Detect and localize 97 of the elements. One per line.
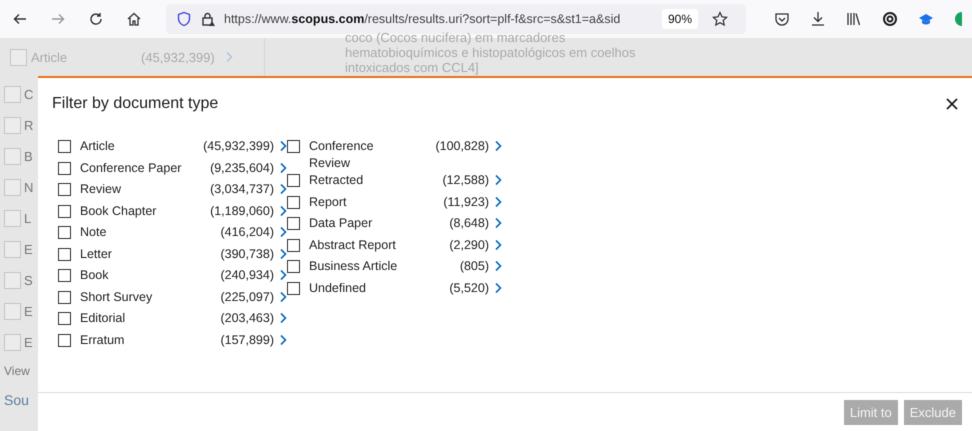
document-count: (12,588) xyxy=(441,172,489,189)
chevron-icon[interactable] xyxy=(494,238,502,250)
document-count: (805) xyxy=(458,258,489,275)
filter-count: (45,932,399) xyxy=(141,50,215,64)
chevron-icon[interactable] xyxy=(494,174,502,186)
document-count: (5,520) xyxy=(448,280,489,296)
document-count: (3,034,737) xyxy=(210,181,274,198)
chevron-icon[interactable] xyxy=(494,260,502,272)
document-count: (416,204) xyxy=(220,224,274,241)
document-count: (390,738) xyxy=(220,246,274,262)
document-count: (240,934) xyxy=(220,267,274,284)
record-title-line: intoxicados com CCL4] xyxy=(345,60,480,75)
chevron-icon[interactable] xyxy=(494,217,502,229)
checkbox[interactable] xyxy=(287,238,300,252)
checkbox[interactable] xyxy=(287,196,300,208)
filter-label: L xyxy=(24,210,32,226)
document-count: (11,923) xyxy=(442,194,489,210)
checkbox[interactable] xyxy=(58,269,71,282)
checkbox[interactable] xyxy=(287,260,300,273)
checkbox[interactable] xyxy=(287,217,300,230)
document-count: (203,463) xyxy=(220,310,274,327)
chevron-icon[interactable] xyxy=(279,183,287,195)
address-bar[interactable]: https://www.scopus.com/results/results.uri?sort=plf-f&src=s&st1=a&sid 90% xyxy=(166,4,746,34)
document-count: (1,189,060) xyxy=(210,202,274,220)
document-type-label: Data Paper xyxy=(309,215,374,232)
document-count: (9,235,604) xyxy=(210,160,274,176)
document-type-label: Letter xyxy=(80,246,113,262)
document-type-label: Editorial xyxy=(80,310,126,327)
chevron-icon[interactable] xyxy=(494,282,502,294)
checkbox[interactable] xyxy=(287,140,300,153)
star-icon[interactable] xyxy=(712,11,728,27)
chevron-icon[interactable] xyxy=(279,312,287,324)
chevron-icon[interactable] xyxy=(279,269,287,281)
chevron-icon[interactable] xyxy=(279,204,287,216)
document-type-label: Note xyxy=(80,224,108,241)
document-count: (157,899) xyxy=(220,332,274,348)
filter-label: E xyxy=(24,334,33,350)
link[interactable]: Sou xyxy=(4,392,38,408)
document-type-label: Business Article xyxy=(309,258,398,275)
pocket-icon[interactable] xyxy=(774,11,790,27)
link[interactable]: View xyxy=(4,364,38,378)
document-type-label: Short Survey xyxy=(80,288,154,306)
chevron-icon[interactable] xyxy=(279,290,287,302)
checkbox[interactable] xyxy=(58,248,71,260)
document-type-label: Conference Paper xyxy=(80,160,182,176)
dialog-title: Filter by document type xyxy=(52,95,218,113)
chevron-icon[interactable] xyxy=(494,140,502,152)
document-count: (2,290) xyxy=(448,236,489,254)
filter-label: E xyxy=(24,242,33,258)
shield-icon[interactable] xyxy=(176,11,192,27)
checkbox[interactable] xyxy=(58,312,71,325)
document-count: (45,932,399) xyxy=(203,138,274,155)
document-count: (225,097) xyxy=(220,288,274,306)
document-type-label: Article xyxy=(80,138,116,155)
checkbox[interactable] xyxy=(58,140,71,153)
filter-label: B xyxy=(24,148,33,164)
close-icon[interactable] xyxy=(946,98,958,110)
document-type-label: Book xyxy=(80,267,110,284)
document-type-label: Abstract Report xyxy=(309,236,397,254)
reload-icon[interactable] xyxy=(88,11,104,27)
filter-label: Article xyxy=(31,50,68,64)
document-type-label: Book Chapter xyxy=(80,202,158,220)
chevron-icon[interactable] xyxy=(279,140,287,152)
checkbox[interactable] xyxy=(58,204,71,218)
filter-label: N xyxy=(24,180,34,196)
chevron-icon[interactable] xyxy=(279,248,287,260)
checkbox[interactable] xyxy=(58,334,71,346)
cap-icon[interactable] xyxy=(918,11,934,27)
filter-label: C xyxy=(24,86,34,102)
home-icon[interactable] xyxy=(126,11,142,27)
document-type-label: Erratum xyxy=(80,332,126,348)
filter-label: S xyxy=(24,272,33,288)
checkbox[interactable] xyxy=(58,162,71,174)
chevron-icon[interactable] xyxy=(279,226,287,238)
document-type-label: Report xyxy=(309,194,348,210)
document-count: (8,648) xyxy=(448,215,489,232)
document-type-label: Retracted xyxy=(309,172,364,189)
checkbox[interactable] xyxy=(58,226,71,239)
checkbox[interactable] xyxy=(287,174,300,187)
document-type-label: Review xyxy=(80,181,122,198)
checkbox[interactable] xyxy=(58,183,71,196)
record-title-line: hematobioquímicos e histopatológicos em coelhos xyxy=(345,45,636,60)
chevron-icon[interactable] xyxy=(279,334,287,346)
chevron-icon[interactable] xyxy=(279,162,287,174)
filter-label: E xyxy=(24,304,33,320)
document-type-label: Conference Review xyxy=(309,138,375,172)
url-text: https://www.scopus.com/results/results.uri?sort=plf-f&src=s&st1=a&sid xyxy=(224,12,622,26)
document-type-label: Undefined xyxy=(309,280,367,296)
library-icon[interactable] xyxy=(846,11,862,27)
checkbox[interactable] xyxy=(58,290,71,304)
lock-icon[interactable] xyxy=(200,11,216,27)
filter-label: R xyxy=(24,118,34,134)
zoom-level[interactable]: 90% xyxy=(662,9,698,29)
document-count: (100,828) xyxy=(434,138,489,155)
checkbox[interactable] xyxy=(287,282,300,294)
download-icon[interactable] xyxy=(810,11,826,27)
chevron-icon[interactable] xyxy=(494,196,502,208)
